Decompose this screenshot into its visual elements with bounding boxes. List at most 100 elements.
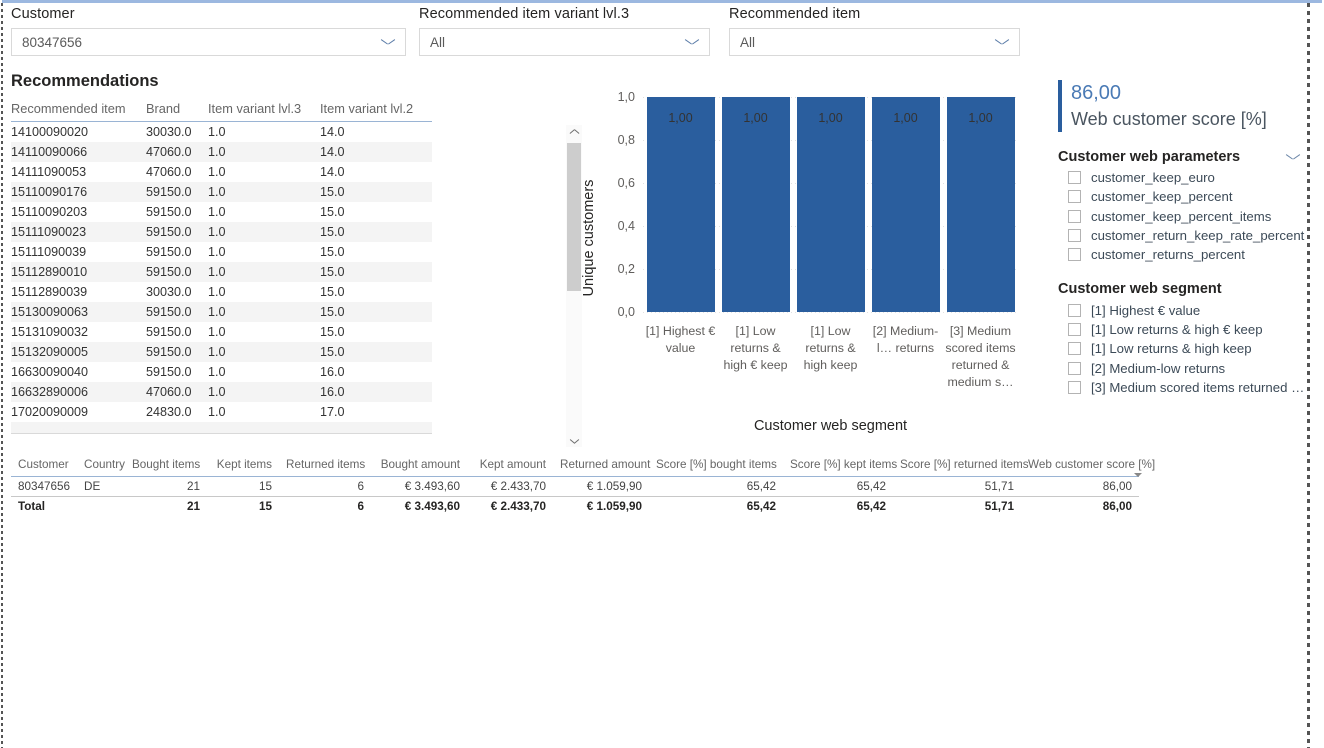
table-row[interactable]: 16632890006 47060.0 1.0 16.0 [11,382,432,402]
y-axis-tick: 0,8 [617,133,635,147]
customer-web-parameters-header[interactable]: Customer web parameters [1058,149,1310,165]
table-row[interactable]: 14111090053 47060.0 1.0 14.0 [11,162,432,182]
bar[interactable]: 1,00 [946,97,1015,312]
column-header-2[interactable]: Item variant lvl.3 [208,99,320,122]
table-cell: 16630090040 [11,365,89,379]
column-header-0[interactable]: Recommended item [11,99,146,122]
slicer-recommended-item-variant-lvl3[interactable]: Recommended item variant lvl.3 All [419,6,710,56]
customer-web-parameter-label: customer_keep_percent [1091,189,1233,205]
customer-web-parameter-item[interactable]: customer_return_keep_rate_percent [1058,226,1310,245]
table-cell: 6 [357,480,364,493]
checkbox[interactable] [1068,303,1081,317]
slicer-item-dropdown[interactable]: All [729,28,1020,56]
recommendations-table-wrap: Recommended item Brand Item variant lvl.3 I… [11,99,582,447]
customer-web-segment-chart[interactable]: Unique customers 1,0 0,8 0,6 0,4 0,2 0,0 1,00… [575,85,1045,440]
checkbox[interactable] [1068,171,1081,185]
customer-summary-visual: Customer Country Bought items Kept items Ret… [11,457,1155,516]
table-cell: 15.0 [320,342,432,362]
customer-web-parameter-item[interactable]: customer_returns_percent [1058,245,1310,264]
table-row[interactable]: 15132090005 59150.0 1.0 15.0 [11,342,432,362]
column-header-8[interactable]: Score [%] bought items [649,457,783,477]
slicer-customer-dropdown[interactable]: 80347656 [11,28,406,56]
column-header-3[interactable]: Kept items [207,457,279,477]
chart-bars[interactable]: 1,00 1,00 1,00 1,00 1,00 [643,97,1018,312]
column-header-10[interactable]: Score [%] returned items [893,457,1029,477]
bar[interactable]: 1,00 [871,97,940,312]
customer-web-parameter-label: customer_returns_percent [1091,247,1245,263]
table-row[interactable]: 15110090176 59150.0 1.0 15.0 [11,182,432,202]
table-cell: 1.0 [208,325,226,339]
customer-web-segment-item[interactable]: [1] Highest € value [1058,300,1310,319]
slicer-variant-dropdown[interactable]: All [419,28,710,56]
column-header-3[interactable]: Item variant lvl.2 [320,99,432,122]
customer-web-segment-label: [1] Low returns & high keep [1091,341,1252,357]
table-row[interactable]: 16630090040 59150.0 1.0 16.0 [11,362,432,382]
column-header-9[interactable]: Score [%] kept items [783,457,897,477]
slicer-recommended-item[interactable]: Recommended item All [729,6,1020,56]
table-cell: 1.0 [208,365,226,379]
bar-cell: 1,00 [793,97,868,312]
table-cell: 15110090176 [11,182,146,202]
table-total-cell: Total [11,496,77,516]
checkbox[interactable] [1068,322,1081,336]
chevron-down-icon[interactable] [1286,153,1300,161]
bar-value-label: 1,00 [668,111,693,125]
customer-web-segment-item[interactable]: [2] Medium-low returns [1058,358,1310,377]
bar[interactable]: 1,00 [796,97,865,312]
table-cell: 51,71 [984,480,1014,493]
x-axis-tick-label: [1] Low returns & high keep [803,324,858,372]
table-cell: 15131090032 [11,325,89,339]
table-row[interactable]: 80347656 DE 21 15 6 € 3.493,60 € 2.433,70 € 1.0… [11,477,1139,497]
table-row[interactable]: 14100090020 30030.0 1.0 14.0 [11,122,432,143]
bar[interactable]: 1,00 [646,97,715,312]
table-row[interactable]: 15111090039 59150.0 1.0 15.0 [11,242,432,262]
table-cell: 15112890010 [11,262,146,282]
table-row[interactable]: 14110090066 47060.0 1.0 14.0 [11,142,432,162]
table-header-row: Customer Country Bought items Kept items Ret… [11,457,1155,477]
table-total-cell: 51,71 [893,496,1021,516]
customer-web-parameter-item[interactable]: customer_keep_euro [1058,168,1310,187]
column-header-7[interactable]: Returned amount [553,457,650,477]
customer-web-segment-item[interactable]: [1] Low returns & high keep [1058,339,1310,358]
customer-web-parameter-item[interactable]: customer_keep_percent_items [1058,207,1310,226]
table-row[interactable]: 17020090009 24830.0 1.0 17.0 [11,402,432,422]
customer-web-parameters-title: Customer web parameters [1058,149,1241,165]
column-header-6[interactable]: Kept amount [467,457,553,477]
checkbox[interactable] [1068,342,1081,356]
column-header-5[interactable]: Bought amount [371,457,467,477]
column-header-1[interactable]: Brand [146,99,208,122]
slicer-customer[interactable]: Customer 80347656 [11,6,406,56]
chevron-down-icon[interactable] [685,38,699,46]
customer-web-parameter-item[interactable]: customer_keep_percent [1058,187,1310,206]
table-cell: 1.0 [208,262,320,282]
checkbox[interactable] [1068,361,1081,375]
recommendations-table: Recommended item Brand Item variant lvl.3 I… [11,99,432,422]
checkbox[interactable] [1068,248,1081,262]
table-row[interactable]: 15110090203 59150.0 1.0 15.0 [11,202,432,222]
checkbox[interactable] [1068,209,1081,223]
column-header-0[interactable]: Customer [11,457,77,477]
table-row[interactable]: 15111090023 59150.0 1.0 15.0 [11,222,432,242]
column-header-1[interactable]: Country [77,457,125,477]
table-row[interactable]: 15131090032 59150.0 1.0 15.0 [11,322,432,342]
table-cell: 1.0 [208,405,226,419]
column-header-4[interactable]: Returned items [279,457,371,477]
table-cell: € 1.059,90 [586,480,642,493]
card-value: 86,00 [1071,82,1122,104]
table-cell: 59150.0 [146,205,192,219]
checkbox[interactable] [1068,190,1081,204]
column-header-2[interactable]: Bought items [125,457,207,477]
table-row[interactable]: 15112890010 59150.0 1.0 15.0 [11,262,432,282]
table-cell: 86,00 [1102,480,1132,493]
customer-web-segment-item[interactable]: [1] Low returns & high € keep [1058,320,1310,339]
chevron-down-icon[interactable] [995,38,1009,46]
bar[interactable]: 1,00 [721,97,790,312]
table-row[interactable]: 15130090063 59150.0 1.0 15.0 [11,302,432,322]
chevron-down-icon[interactable] [381,38,395,46]
checkbox[interactable] [1068,229,1081,243]
checkbox[interactable] [1068,380,1081,394]
table-cell: 47060.0 [146,142,208,162]
customer-web-segment-item[interactable]: [3] Medium scored items returned … [1058,378,1310,397]
column-header-11[interactable]: Web customer score [%] [1021,457,1155,477]
table-row[interactable]: 15112890039 30030.0 1.0 15.0 [11,282,432,302]
